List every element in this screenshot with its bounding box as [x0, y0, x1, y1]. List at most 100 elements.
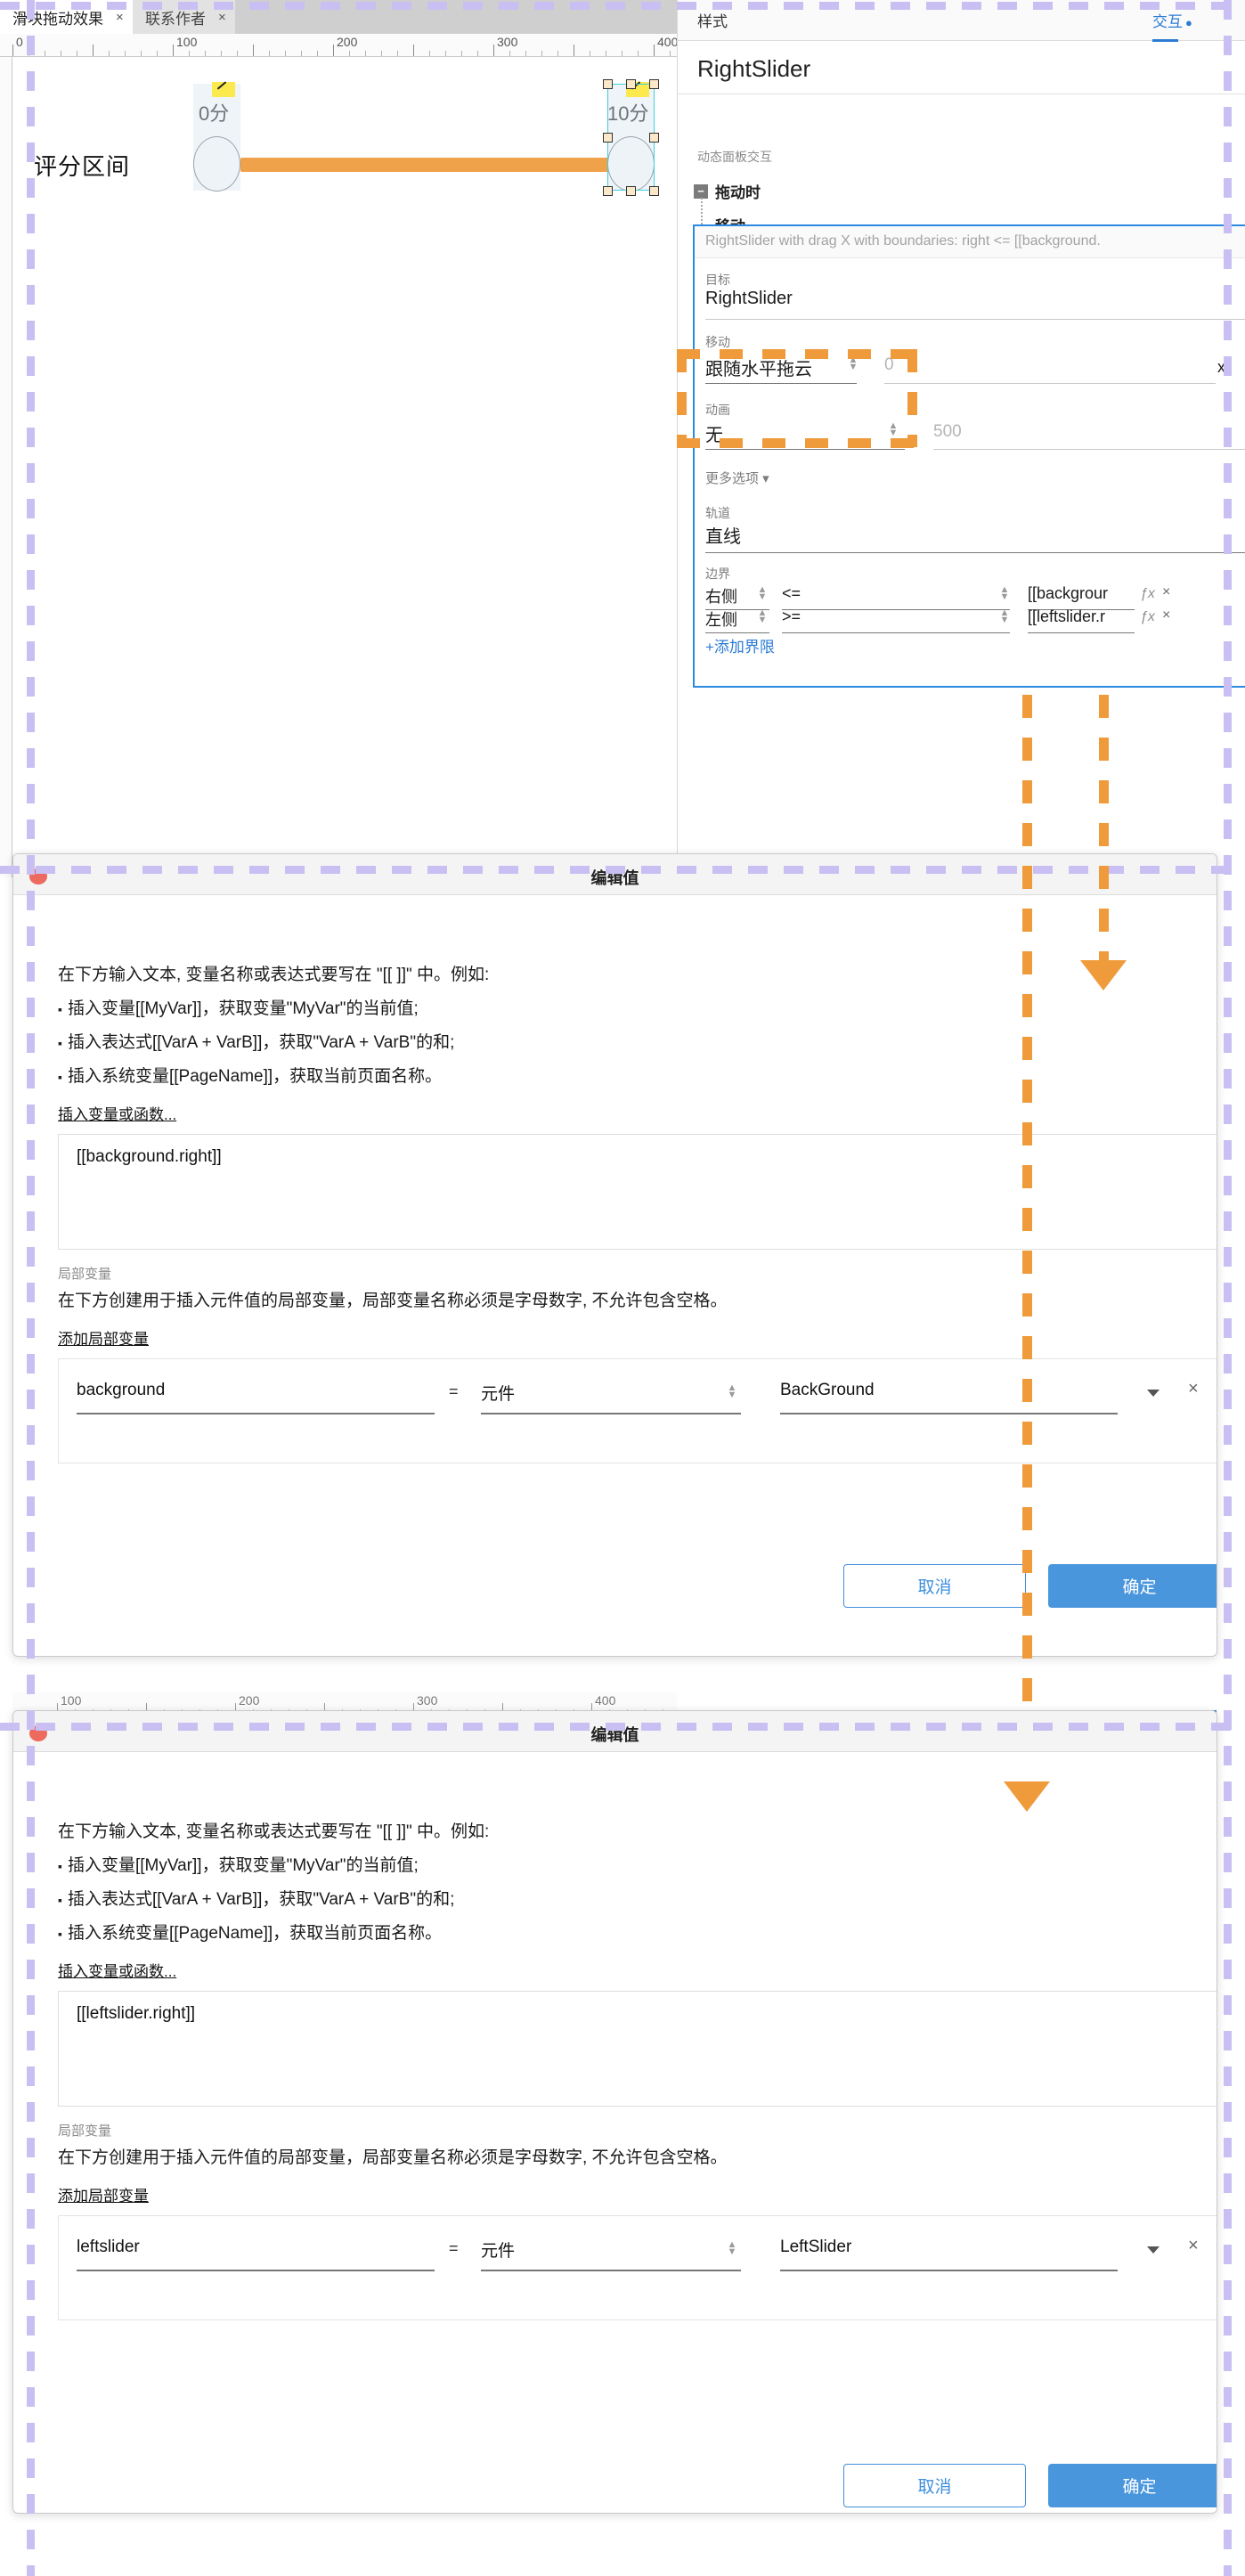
dialog-bullet-0: 插入变量[[MyVar]]，获取变量"MyVar"的当前值;	[58, 1852, 419, 1876]
ruler-tick	[269, 51, 270, 56]
resize-handle-n[interactable]	[626, 79, 636, 89]
bound-op-1[interactable]: >=	[782, 607, 801, 626]
add-local-variable-link[interactable]: 添加局部变量	[58, 1326, 149, 1349]
remove-bound-1-icon[interactable]: ×	[1162, 607, 1170, 624]
field-underline	[705, 632, 769, 633]
field-underline	[782, 609, 1010, 610]
local-variable-section-label: 局部变量	[58, 2124, 112, 2139]
value-track[interactable]: 直线	[705, 522, 741, 548]
ruler-tick	[285, 51, 286, 56]
dialog-bullet-1: 插入表达式[[VarA + VarB]]，获取"VarA + VarB"的和;	[58, 1029, 454, 1053]
ruler-tick	[125, 51, 126, 56]
local-var-target-select[interactable]: BackGround	[780, 1381, 875, 1400]
resize-handle-s[interactable]	[626, 186, 636, 196]
label-track: 轨道	[705, 506, 730, 520]
ruler-tick	[397, 51, 398, 56]
expression-textarea[interactable]: [[leftslider.right]]	[58, 1991, 1217, 2107]
resize-handle-ne[interactable]	[649, 79, 659, 89]
chevron-down-icon[interactable]	[1147, 2246, 1160, 2254]
collapse-toggle-icon[interactable]: −	[694, 183, 708, 199]
spinner-bound-side-1-icon[interactable]: ▲ ▼	[757, 608, 768, 625]
case-summary-bar[interactable]: RightSlider with drag X with boundaries:…	[695, 226, 1245, 258]
close-icon[interactable]: ×	[116, 10, 124, 25]
insert-variable-link[interactable]: 插入变量或函数...	[58, 1959, 176, 1981]
ruler-tick	[157, 51, 158, 56]
chevron-down-icon[interactable]	[1147, 1390, 1160, 1397]
annotation-dash-mid-1	[0, 866, 1245, 874]
spinner-bound-op-0-icon[interactable]: ▲ ▼	[999, 585, 1010, 602]
fx-icon[interactable]: ƒx	[1140, 586, 1155, 602]
add-boundary-link[interactable]: +添加界限	[705, 634, 775, 656]
dialog-bullet-0: 插入变量[[MyVar]]，获取变量"MyVar"的当前值;	[58, 995, 419, 1019]
annotation-orange-left	[677, 349, 687, 447]
remove-local-var-icon[interactable]: ×	[1188, 2236, 1199, 2256]
expression-value: [[background.right]]	[77, 1147, 222, 1166]
ruler-tick-label: 300	[497, 35, 518, 49]
field-underline	[884, 383, 1216, 384]
tab-interactions[interactable]: 交互 ●	[1152, 9, 1192, 42]
canvas-text-label[interactable]: 评分区间	[34, 149, 130, 182]
add-local-variable-link[interactable]: 添加局部变量	[58, 2183, 149, 2205]
confirm-button[interactable]: 确定	[1048, 2464, 1217, 2507]
annotation-dash-left	[27, 0, 35, 2576]
ruler-tick	[477, 51, 478, 56]
equals-sign: =	[449, 2239, 459, 2257]
resize-handle-se[interactable]	[649, 186, 659, 196]
ruler-tick	[541, 51, 542, 56]
ruler-tick	[253, 45, 254, 56]
bound-op-0[interactable]: <=	[782, 584, 801, 603]
resize-handle-nw[interactable]	[603, 79, 613, 89]
spinner-local-var-type-icon[interactable]: ▲ ▼	[727, 2240, 737, 2257]
ruler-tick	[429, 51, 430, 56]
fx-icon[interactable]: ƒx	[1140, 609, 1155, 625]
dialog-bullet-2: 插入系统变量[[PageName]]，获取当前页面名称。	[58, 1063, 442, 1087]
resize-handle-e[interactable]	[649, 133, 659, 143]
resize-handle-sw[interactable]	[603, 186, 613, 196]
confirm-button[interactable]: 确定	[1048, 1564, 1217, 1608]
vertical-ruler[interactable]	[0, 57, 12, 877]
spinner-animation-icon[interactable]: ▲ ▼	[888, 421, 899, 438]
annotation-dash-mid-2	[0, 1723, 1245, 1731]
slider-track[interactable]	[240, 158, 617, 172]
local-var-type-select[interactable]: 元件	[481, 2238, 515, 2262]
cancel-button[interactable]: 取消	[843, 1564, 1026, 1608]
value-target[interactable]: RightSlider	[705, 289, 793, 309]
label-move: 移动	[705, 335, 730, 349]
event-row-on-drag[interactable]: − 拖动时	[694, 180, 761, 202]
spinner-bound-op-1-icon[interactable]: ▲ ▼	[999, 608, 1010, 625]
local-var-type-select[interactable]: 元件	[481, 1381, 515, 1405]
cancel-button[interactable]: 取消	[843, 2464, 1026, 2507]
dialog-bullet-2: 插入系统变量[[PageName]]，获取当前页面名称。	[58, 1920, 442, 1944]
local-var-name-input[interactable]: leftslider	[77, 2238, 140, 2257]
action-detail-box: RightSlider with drag X with boundaries:…	[693, 224, 1245, 688]
bound-value-1[interactable]: [[leftslider.r	[1028, 607, 1105, 626]
input-animation-duration[interactable]: 500	[933, 422, 962, 442]
ruler-tick	[189, 51, 190, 56]
spinner-local-var-type-icon[interactable]: ▲ ▼	[727, 1383, 737, 1400]
horizontal-ruler[interactable]: 0 100 200 300 400	[0, 34, 677, 57]
tab-style[interactable]: 样式	[697, 9, 728, 31]
local-var-name-input[interactable]: background	[77, 1381, 165, 1400]
remove-local-var-icon[interactable]: ×	[1188, 1379, 1199, 1399]
bound-side-0[interactable]: 右侧	[705, 584, 737, 607]
dialog-title-bar[interactable]: 编辑值	[13, 1711, 1217, 1752]
insert-variable-link[interactable]: 插入变量或函数...	[58, 1102, 176, 1124]
bound-side-1[interactable]: 左侧	[705, 607, 737, 631]
dialog-title-bar[interactable]: 编辑值	[13, 854, 1217, 895]
left-slider-knob[interactable]	[193, 136, 240, 192]
annotation-orange-line-b	[1099, 695, 1109, 980]
spinner-bound-side-0-icon[interactable]: ▲ ▼	[757, 585, 768, 602]
field-underline	[705, 449, 905, 450]
close-icon[interactable]: ×	[218, 10, 226, 25]
ruler-tick-label: 100	[176, 35, 198, 49]
remove-bound-0-icon[interactable]: ×	[1162, 584, 1170, 600]
resize-handle-w[interactable]	[603, 133, 613, 143]
bound-value-0[interactable]: [[backgrour	[1028, 584, 1108, 603]
design-canvas[interactable]: 评分区间 0分 10分	[12, 57, 677, 877]
ruler-tick	[205, 51, 206, 56]
more-options-toggle[interactable]: 更多选项 ▾	[705, 469, 769, 487]
expression-textarea[interactable]: [[background.right]]	[58, 1134, 1217, 1250]
selected-widget-name: RightSlider	[697, 55, 811, 82]
local-var-target-select[interactable]: LeftSlider	[780, 2238, 851, 2257]
ruler-tick	[173, 45, 174, 56]
